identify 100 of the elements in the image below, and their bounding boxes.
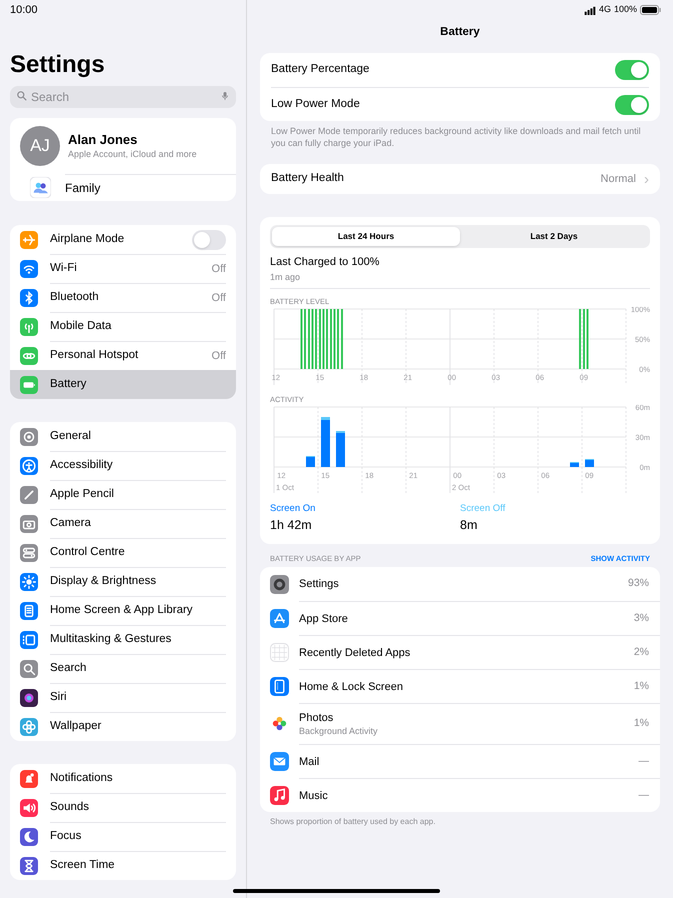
summary-label: Screen Off xyxy=(460,503,506,515)
app-name[interactable]: Mail xyxy=(299,754,320,768)
usage-percent: 2% xyxy=(634,644,649,660)
usage-percent: 1% xyxy=(634,678,649,694)
usage-percent: 3% xyxy=(634,610,649,626)
grid-icon xyxy=(270,642,289,662)
settings-item[interactable]: Accessibility xyxy=(10,451,236,480)
profile-subtitle: Apple Account, iCloud and more xyxy=(68,148,197,160)
search-icon xyxy=(16,90,28,102)
chevron: › xyxy=(644,172,649,186)
app-name[interactable]: Settings xyxy=(299,577,339,591)
settings-item[interactable]: Search xyxy=(10,654,236,683)
toggle-switch[interactable] xyxy=(615,60,649,80)
settings-item[interactable]: General xyxy=(10,422,236,451)
settings-item[interactable]: Mobile Data xyxy=(10,312,236,341)
signal-icon xyxy=(584,6,596,14)
people-icon xyxy=(30,177,51,198)
summary-value: 8m xyxy=(460,517,478,534)
usage-percent: 93% xyxy=(628,576,649,592)
item-label: Sounds xyxy=(50,800,90,816)
settings-item[interactable]: Display & Brightness xyxy=(10,567,236,596)
summary-value: 1h 42m xyxy=(270,517,313,534)
settings-item[interactable]: Wallpaper xyxy=(10,712,236,741)
settings-item[interactable]: Multitasking & Gestures xyxy=(10,625,236,654)
status-time: 10:00 xyxy=(10,3,39,17)
item-label: Airplane Mode xyxy=(50,232,124,247)
settings-item[interactable]: Screen Time xyxy=(10,851,236,880)
app-name[interactable]: Recently Deleted Apps xyxy=(299,646,410,660)
item-label: Display & Brightness xyxy=(50,574,156,590)
settings-item[interactable]: Focus xyxy=(10,822,236,851)
item-label: Siri xyxy=(50,690,67,706)
item-label: Notifications xyxy=(50,770,113,786)
item-label: Control Centre xyxy=(50,545,125,560)
summary-label: Screen On xyxy=(270,503,316,515)
item-label: Wi-Fi xyxy=(50,261,77,276)
item-label: Multitasking & Gestures xyxy=(50,632,172,648)
item-value: Off xyxy=(212,348,226,364)
usage-percent: 1% xyxy=(634,716,649,732)
settings-item[interactable]: Control Centre xyxy=(10,538,236,567)
item-value: Off xyxy=(212,262,226,277)
item-label: Focus xyxy=(50,829,82,844)
last-charged-time: 1m ago xyxy=(270,271,302,283)
battery-percent: 100% xyxy=(614,3,637,16)
search-field[interactable]: Search xyxy=(10,86,236,108)
setting-label: Low Power Mode xyxy=(271,96,360,112)
settings-item[interactable]: Apple Pencil xyxy=(10,480,236,509)
envelope-icon xyxy=(270,752,289,770)
item-label: Apple Pencil xyxy=(50,487,114,502)
microphone-icon xyxy=(220,90,230,102)
settings-item[interactable]: Battery xyxy=(10,370,236,399)
app-name[interactable]: Music xyxy=(299,788,328,802)
settings-item[interactable]: Camera xyxy=(10,509,236,538)
avatar: AJ xyxy=(20,126,60,166)
setting-label: Battery Percentage xyxy=(271,62,370,78)
segment-tab[interactable]: Last 2 Days xyxy=(460,227,648,246)
item-label: Bluetooth xyxy=(50,290,99,306)
app-name[interactable]: Home & Lock Screen xyxy=(299,680,403,694)
page-title: Settings xyxy=(10,51,106,79)
segment-tab[interactable]: Last 24 Hours xyxy=(272,227,460,246)
last-charged-title: Last Charged to 100% xyxy=(270,255,380,269)
usage-percent: — xyxy=(638,788,649,803)
setting-value: Normal xyxy=(600,172,636,187)
settings-item[interactable]: Home Screen & App Library xyxy=(10,596,236,625)
setting-label: Battery Health xyxy=(271,171,344,186)
flower-icon xyxy=(270,714,289,733)
item-label: Accessibility xyxy=(50,458,113,474)
app-name[interactable]: Photos xyxy=(299,711,378,725)
toggle-switch[interactable] xyxy=(192,230,226,250)
battery-health-row[interactable]: Battery Health Normal › xyxy=(260,164,660,194)
network-label: 4G xyxy=(598,3,611,16)
item-label: Battery xyxy=(50,376,86,392)
settings-item[interactable]: Siri xyxy=(10,683,236,712)
note-text: Low Power Mode temporarily reduces background activity like downloads and mail fetch until you can fully charge your iPad. xyxy=(270,125,642,149)
battery-icon xyxy=(640,5,661,15)
music-note-icon xyxy=(270,786,289,804)
item-label: Wallpaper xyxy=(50,719,102,734)
footnote-text: Shows proportion of battery used by each app. xyxy=(269,817,436,827)
settings-item[interactable]: Airplane Mode xyxy=(10,225,236,254)
family-link[interactable]: Family xyxy=(65,174,236,201)
app-name[interactable]: App Store xyxy=(299,612,348,626)
usage-percent: — xyxy=(638,754,649,769)
toggle-switch[interactable] xyxy=(615,94,649,114)
app-store-icon xyxy=(270,608,289,628)
settings-item[interactable]: Sounds xyxy=(10,793,236,822)
item-label: Personal Hotspot xyxy=(50,348,138,364)
nav-title: Battery xyxy=(439,25,481,39)
item-label: Screen Time xyxy=(50,858,115,874)
profile-name[interactable]: Alan Jones xyxy=(68,132,197,148)
app-subtitle: Background Activity xyxy=(299,725,378,737)
item-label: Home Screen & App Library xyxy=(50,603,193,618)
gear-icon xyxy=(270,574,289,594)
settings-item[interactable]: Wi-Fi Off xyxy=(10,254,236,283)
tablet-icon xyxy=(270,676,289,696)
item-label: Mobile Data xyxy=(50,319,112,334)
settings-item[interactable]: Bluetooth Off xyxy=(10,283,236,312)
item-label: General xyxy=(50,428,91,444)
item-value: Off xyxy=(212,290,226,306)
item-label: Search xyxy=(50,661,86,676)
item-label: Camera xyxy=(50,516,91,532)
settings-item[interactable]: Notifications xyxy=(10,764,236,793)
